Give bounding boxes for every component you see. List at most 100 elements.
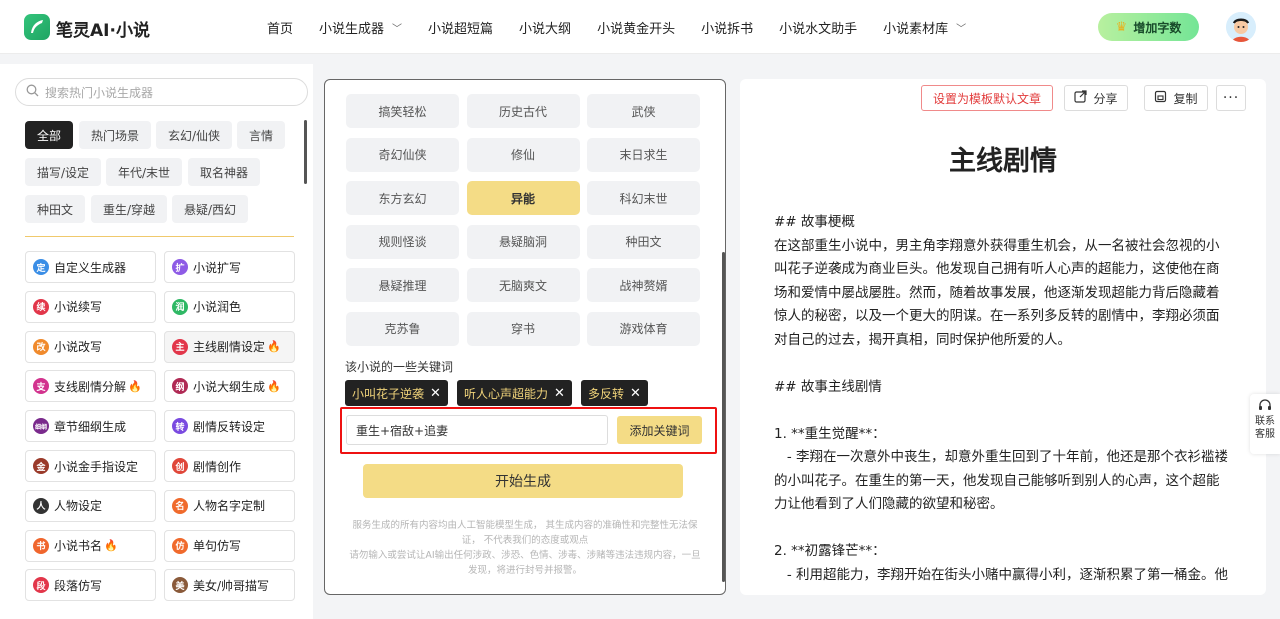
genre-option[interactable]: 穿书 (466, 311, 580, 346)
tool-icon: 支 (33, 378, 49, 395)
genre-option[interactable]: 悬疑推理 (346, 268, 459, 302)
result-panel: 设置为模板默认文章 分享 复制 ··· 主线剧情 ## 故事梗概 在这部重生小说中… (740, 79, 1266, 595)
nav-item[interactable]: 小说拆书 (688, 18, 766, 37)
nav-item[interactable]: 小说水文助手 (766, 18, 870, 37)
generator-tool-item[interactable]: 仿单句仿写 (164, 529, 295, 562)
add-words-button[interactable]: ♛ 增加字数 (1098, 13, 1199, 41)
document-paragraph: - 利用超能力，李翔开始在街头小赌中赢得小利，逐渐积累了第一桶金。他 (774, 566, 1229, 583)
genre-option[interactable]: 奇幻仙侠 (346, 137, 459, 172)
category-tab[interactable]: 悬疑/西幻 (172, 195, 249, 223)
generator-tool-item[interactable]: 细纲 章节细纲生成 (25, 410, 156, 443)
generator-search-input[interactable]: 搜索热门小说生成器 (15, 78, 308, 106)
start-generate-button[interactable]: 开始生成 (363, 464, 683, 498)
generator-tool-item[interactable]: 转剧情反转设定 (164, 410, 295, 443)
genre-option[interactable]: 克苏鲁 (346, 311, 459, 346)
category-tab[interactable]: 描写/设定 (25, 158, 102, 186)
nav-item-label: 小说拆书 (701, 21, 754, 37)
tool-label: 支线剧情分解 (54, 379, 127, 394)
genre-option[interactable]: 异能 (466, 181, 580, 215)
category-tab[interactable]: 年代/末世 (106, 158, 183, 186)
generator-tool-item[interactable]: 定自定义生成器 (25, 251, 156, 283)
genre-option[interactable]: 东方玄幻 (346, 181, 459, 215)
document-paragraph: - 李翔在一次意外中丧生，却意外重生回到了十年前，他还是那个衣衫褴褛的小叫花子。… (774, 449, 1229, 512)
generator-tool-item[interactable]: 人人物设定 (25, 489, 156, 522)
keyword-input[interactable]: 重生+宿敌+追妻 (346, 415, 608, 445)
generator-tool-item[interactable]: 创剧情创作 (164, 450, 295, 482)
user-avatar[interactable] (1226, 12, 1256, 42)
generator-tool-item[interactable]: 书小说书名 🔥 (25, 529, 156, 562)
genre-option[interactable]: 搞笑轻松 (346, 94, 459, 128)
generator-tool-item[interactable]: 主主线剧情设定 🔥 (164, 330, 295, 363)
generator-tool-item[interactable]: 纲小说大纲生成 🔥 (164, 370, 295, 403)
genre-option[interactable]: 种田文 (587, 224, 700, 259)
nav-item[interactable]: 小说大纲 (506, 18, 584, 37)
generator-tool-item[interactable]: 改小说改写 (25, 330, 156, 363)
nav-item[interactable]: 小说生成器 ﹀ (306, 18, 415, 37)
category-tab[interactable]: 种田文 (25, 195, 86, 223)
genre-option[interactable]: 武侠 (587, 94, 700, 128)
main-nav: 首页 小说生成器 ﹀ 小说超短篇 小说大纲 小说黄金开头 小说拆书 小说水文助手 小说素材库 ﹀ (254, 0, 979, 54)
copy-icon (1154, 90, 1167, 106)
generator-tool-item[interactable]: 美美女/帅哥描写 (164, 569, 295, 602)
tool-label: 剧情反转设定 (193, 419, 266, 434)
form-scrollbar[interactable] (722, 252, 725, 582)
generator-tool-item[interactable]: 扩小说扩写 (164, 251, 295, 283)
genre-option[interactable]: 战神赘婿 (587, 268, 700, 302)
genre-option[interactable]: 末日求生 (587, 137, 700, 172)
tool-label: 章节细纲生成 (54, 419, 127, 434)
tool-icon: 纲 (172, 378, 188, 395)
keyword-chip: 小叫花子逆袭 ✕ (345, 380, 448, 406)
genre-option[interactable]: 游戏体育 (587, 311, 700, 346)
genre-option[interactable]: 历史古代 (466, 94, 580, 128)
category-tab[interactable]: 取名神器 (188, 158, 261, 186)
category-tab[interactable]: 重生/穿越 (91, 195, 168, 223)
genre-option[interactable]: 规则怪谈 (346, 224, 459, 259)
category-tab[interactable]: 玄幻/仙侠 (156, 121, 233, 149)
more-options-button[interactable]: ··· (1216, 85, 1246, 111)
tool-label: 人物名字定制 (193, 499, 266, 514)
add-words-label: 增加字数 (1133, 20, 1182, 35)
genre-option[interactable]: 科幻末世 (587, 181, 700, 215)
remove-keyword-icon[interactable]: ✕ (430, 386, 441, 401)
nav-item[interactable]: 首页 (254, 18, 306, 37)
nav-item[interactable]: 小说超短篇 (415, 18, 506, 37)
set-default-template-button[interactable]: 设置为模板默认文章 (921, 85, 1053, 111)
document-title: 主线剧情 (949, 146, 1057, 177)
nav-item[interactable]: 小说素材库 ﹀ (870, 18, 979, 37)
copy-button[interactable]: 复制 (1144, 85, 1208, 111)
fire-icon: 🔥 (128, 379, 142, 393)
brand-name[interactable]: 笔灵AI·小说 (56, 16, 150, 41)
search-placeholder: 搜索热门小说生成器 (45, 85, 154, 100)
generator-tool-item[interactable]: 续小说续写 (25, 290, 156, 323)
genre-option[interactable]: 修仙 (466, 137, 580, 172)
contact-support-button[interactable]: 联系 客服 (1250, 394, 1280, 454)
fire-icon: 🔥 (267, 379, 281, 393)
category-tab[interactable]: 热门场景 (79, 121, 152, 149)
generator-tool-item[interactable]: 名人物名字定制 (164, 489, 295, 522)
tool-label: 小说润色 (193, 300, 242, 315)
genre-option[interactable]: 悬疑脑洞 (466, 224, 580, 259)
brand-logo[interactable] (24, 14, 50, 40)
tool-label: 小说续写 (54, 300, 103, 315)
document-paragraph: 2. **初露锋芒**： (774, 543, 886, 559)
add-keyword-button[interactable]: 添加关键词 (617, 416, 702, 444)
document-body: ## 故事梗概 在这部重生小说中，男主角李翔意外获得重生机会，从一名被社会忽视的小… (774, 211, 1230, 587)
nav-item[interactable]: 小说黄金开头 (584, 18, 688, 37)
category-tab[interactable]: 言情 (237, 121, 286, 149)
genre-option[interactable]: 无脑爽文 (466, 268, 580, 302)
share-button[interactable]: 分享 (1064, 85, 1128, 111)
remove-keyword-icon[interactable]: ✕ (630, 386, 641, 401)
remove-keyword-icon[interactable]: ✕ (554, 386, 565, 401)
sidebar-scrollbar[interactable] (304, 120, 307, 184)
contact-label: 客服 (1255, 429, 1275, 440)
category-tab[interactable]: 全部 (25, 121, 74, 149)
generator-tool-item[interactable]: 支支线剧情分解 🔥 (25, 370, 156, 403)
search-icon (26, 84, 39, 100)
generator-tool-item[interactable]: 润小说润色 (164, 290, 295, 323)
generator-tool-item[interactable]: 金小说金手指设定 (25, 450, 156, 482)
crown-icon: ♛ (1115, 19, 1128, 35)
generator-tool-item[interactable]: 段段落仿写 (25, 569, 156, 602)
tool-label: 单句仿写 (193, 539, 242, 554)
